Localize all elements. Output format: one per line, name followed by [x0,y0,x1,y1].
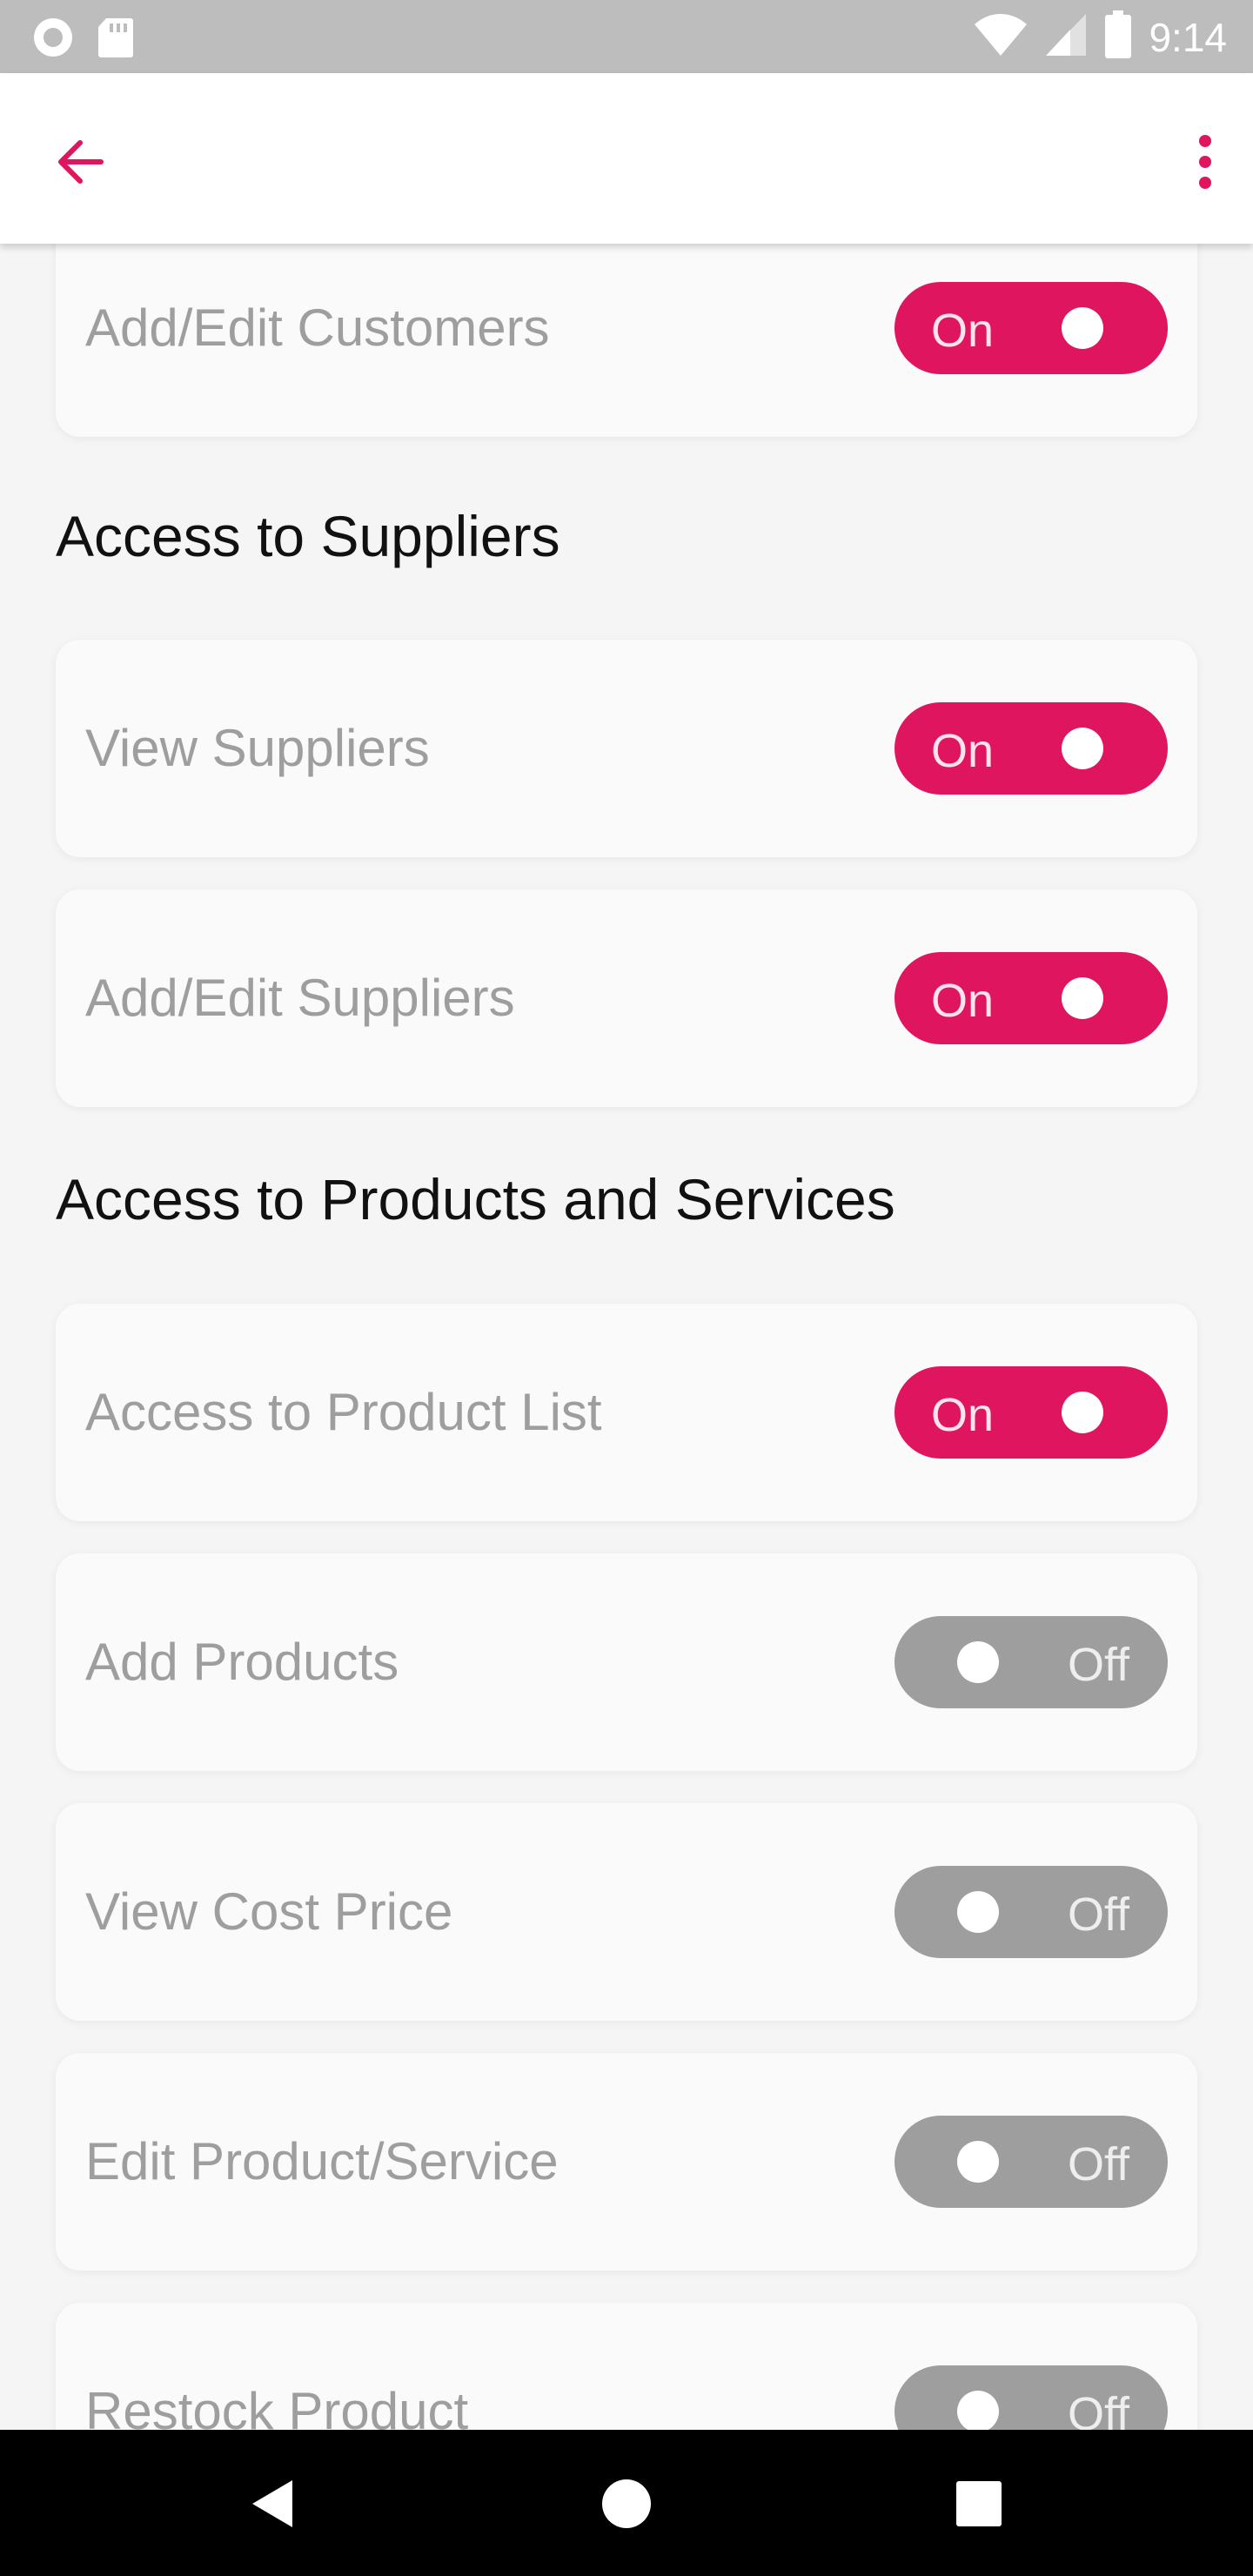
permission-label: View Suppliers [85,719,430,777]
permission-label: Add/Edit Customers [85,299,550,357]
permission-label: Restock Product [85,2382,469,2430]
toggle-knob [957,2391,999,2430]
toggle-knob [1062,1392,1103,1433]
toggle-knob [957,2141,999,2183]
toggle-state-text: Off [1067,2138,1129,2190]
permission-card-view-cost-price: View Cost Price Off [56,1803,1197,2021]
sd-card-icon [97,17,134,63]
toggle-state-text: Off [1067,1888,1129,1941]
permission-card-add-edit-customers: Add/Edit Customers On [56,244,1197,437]
section-header-products-services: Access to Products and Services [56,1167,895,1231]
nav-recents-icon [948,2481,1009,2538]
record-icon [31,16,75,64]
status-time: 9:14 [1149,14,1227,60]
nav-back-icon [244,2480,305,2538]
permission-card-add-products: Add Products Off [56,1553,1197,1771]
nav-recents-button[interactable] [948,2473,1009,2534]
toggle-knob [957,1891,999,1933]
more-vert-icon [1183,135,1227,200]
toggle-state-text: Off [1067,2388,1129,2430]
permissions-list[interactable]: Add/Edit Customers On Access to Supplier… [0,244,1253,2430]
status-bar: 9:14 [0,0,1253,73]
toggle-knob [1062,307,1103,349]
permission-card-edit-product-service: Edit Product/Service Off [56,2053,1197,2271]
permission-label: Add Products [85,1633,399,1691]
permission-label: View Cost Price [85,1882,453,1941]
toggle-state-text: On [931,725,995,777]
permission-label: Access to Product List [85,1383,602,1441]
permission-card-view-suppliers: View Suppliers On [56,640,1197,857]
section-header-suppliers: Access to Suppliers [56,504,560,568]
permission-card-access-product-list: Access to Product List On [56,1304,1197,1521]
navigation-bar [0,2430,1253,2576]
toggle-knob [1062,728,1103,769]
nav-home-button[interactable] [596,2473,657,2534]
permission-card-add-edit-suppliers: Add/Edit Suppliers On [56,889,1197,1107]
permission-toggle[interactable]: On [895,1366,1168,1459]
nav-home-icon [596,2479,657,2538]
overflow-menu-button[interactable] [1183,127,1227,197]
permission-toggle[interactable]: On [895,952,1168,1044]
battery-icon [1103,10,1133,64]
arrow-left-icon [49,140,118,200]
signal-icon [1044,12,1088,62]
nav-back-button[interactable] [244,2473,305,2534]
wifi-icon [973,12,1029,62]
back-button[interactable] [49,127,118,197]
permission-toggle[interactable]: Off [895,1616,1168,1708]
toggle-knob [957,1641,999,1683]
permission-card-restock-product: Restock Product Off [56,2303,1197,2430]
toggle-knob [1062,977,1103,1019]
toolbar [0,73,1253,244]
permission-label: Edit Product/Service [85,2132,559,2190]
toggle-state-text: On [931,975,995,1027]
permission-toggle[interactable]: Off [895,2365,1168,2430]
toggle-state-text: On [931,305,995,357]
toggle-state-text: Off [1067,1639,1129,1691]
permission-toggle[interactable]: Off [895,1866,1168,1958]
permission-toggle[interactable]: On [895,702,1168,795]
permission-toggle[interactable]: On [895,282,1168,374]
permission-toggle[interactable]: Off [895,2116,1168,2208]
permission-label: Add/Edit Suppliers [85,969,515,1027]
toggle-state-text: On [931,1389,995,1441]
